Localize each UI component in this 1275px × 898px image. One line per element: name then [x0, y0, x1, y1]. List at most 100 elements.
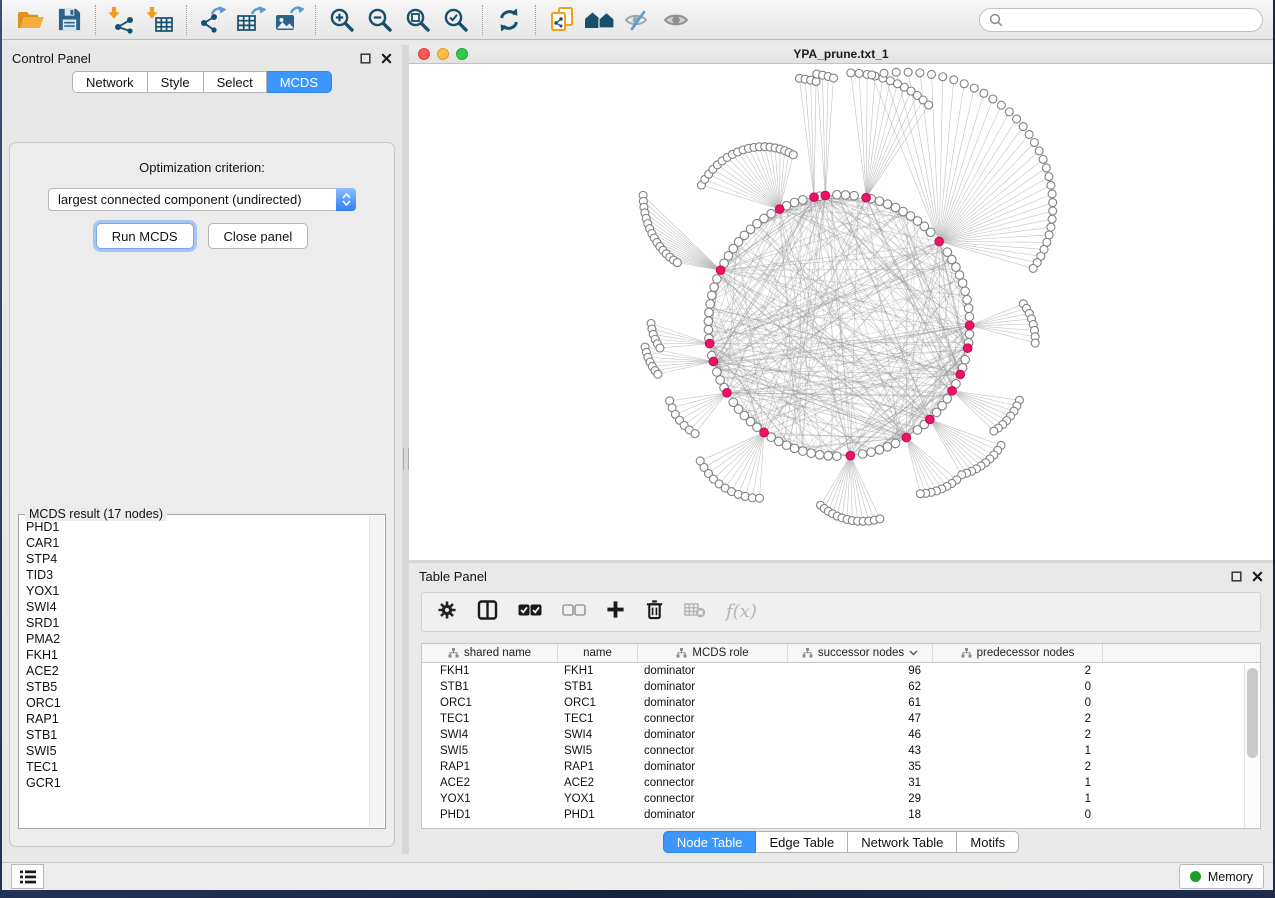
network-node[interactable] [704, 325, 713, 334]
network-node[interactable] [883, 200, 892, 209]
criterion-select[interactable]: largest connected component (undirected) [48, 188, 356, 211]
network-node[interactable] [867, 448, 876, 457]
export-network-button[interactable] [194, 4, 232, 36]
network-hub-node[interactable] [709, 357, 718, 366]
column-header-name[interactable]: name [558, 644, 638, 662]
zoom-selected-button[interactable] [437, 4, 475, 36]
add-column-button[interactable] [606, 600, 625, 624]
zoom-in-button[interactable] [323, 4, 361, 36]
network-hub-node[interactable] [956, 370, 965, 379]
tab-mcds[interactable]: MCDS [267, 71, 332, 93]
import-table-button[interactable] [141, 4, 179, 36]
mcds-result-item[interactable]: ORC1 [26, 695, 369, 711]
tab-select[interactable]: Select [204, 71, 267, 93]
network-node[interactable] [1025, 130, 1033, 138]
network-hub-node[interactable] [821, 191, 830, 200]
column-header-predecessor-nodes[interactable]: predecessor nodes [933, 644, 1103, 662]
close-panel-icon[interactable] [381, 53, 392, 64]
network-node[interactable] [1019, 123, 1027, 131]
network-node[interactable] [916, 69, 924, 77]
network-node[interactable] [798, 447, 807, 456]
network-node[interactable] [841, 191, 850, 200]
network-node[interactable] [807, 449, 816, 458]
table-row[interactable]: YOX1YOX1connector291 [422, 791, 1260, 807]
tab-style[interactable]: Style [148, 71, 204, 93]
network-node[interactable] [960, 80, 968, 88]
network-node[interactable] [1047, 181, 1055, 189]
network-node[interactable] [713, 368, 722, 377]
column-header-shared-name[interactable]: shared name [422, 644, 558, 662]
export-image-button[interactable] [270, 4, 308, 36]
table-scrollbar[interactable] [1244, 663, 1260, 828]
mcds-result-item[interactable]: PHD1 [26, 519, 369, 535]
table-row[interactable]: TEC1TEC1connector472 [422, 711, 1260, 727]
network-node[interactable] [927, 70, 935, 78]
network-node[interactable] [1042, 164, 1050, 172]
mcds-result-item[interactable]: YOX1 [26, 583, 369, 599]
mcds-result-item[interactable]: FKH1 [26, 647, 369, 663]
table-settings-button[interactable] [437, 600, 457, 625]
network-node[interactable] [891, 439, 900, 448]
network-node[interactable] [965, 330, 974, 339]
clone-network-button[interactable] [543, 4, 581, 36]
select-all-button[interactable] [518, 603, 542, 621]
network-node[interactable] [875, 445, 884, 454]
network-hub-node[interactable] [846, 451, 855, 460]
mcds-result-item[interactable]: ACE2 [26, 663, 369, 679]
mcds-result-item[interactable]: TEC1 [26, 759, 369, 775]
search-input[interactable] [1009, 11, 1253, 28]
table-row[interactable]: PHD1PHD1dominator180 [422, 807, 1260, 823]
mcds-result-item[interactable]: GCR1 [26, 775, 369, 791]
network-node[interactable] [1039, 155, 1047, 163]
tab-edge-table[interactable]: Edge Table [756, 831, 848, 853]
table-row[interactable]: SWI5SWI5connector431 [422, 743, 1260, 759]
mcds-result-item[interactable]: SRD1 [26, 615, 369, 631]
network-node[interactable] [790, 444, 799, 453]
network-node[interactable] [1030, 139, 1038, 147]
network-hub-node[interactable] [926, 415, 935, 424]
mcds-result-item[interactable]: SWI4 [26, 599, 369, 615]
network-node[interactable] [1049, 199, 1057, 207]
network-graph-svg[interactable] [409, 64, 1273, 560]
network-node[interactable] [955, 271, 964, 280]
network-node[interactable] [943, 395, 952, 404]
tab-motifs[interactable]: Motifs [957, 831, 1019, 853]
network-node[interactable] [789, 151, 797, 159]
network-node[interactable] [892, 68, 900, 76]
network-node[interactable] [883, 442, 892, 451]
network-hub-node[interactable] [965, 321, 974, 330]
hide-selected-button[interactable] [619, 4, 657, 36]
network-node[interactable] [815, 450, 824, 459]
mcds-result-item[interactable]: RAP1 [26, 711, 369, 727]
network-node[interactable] [925, 101, 933, 109]
zoom-out-button[interactable] [361, 4, 399, 36]
network-node[interactable] [1048, 215, 1056, 223]
network-node[interactable] [1047, 223, 1055, 231]
network-node[interactable] [706, 300, 715, 309]
open-file-button[interactable] [12, 4, 50, 36]
table-row[interactable]: STB1STB1dominator620 [422, 679, 1260, 695]
column-header-MCDS-role[interactable]: MCDS role [638, 644, 788, 662]
network-node[interactable] [812, 77, 820, 85]
table-row[interactable]: ORC1ORC1dominator610 [422, 695, 1260, 711]
network-node[interactable] [950, 76, 958, 84]
network-node[interactable] [1013, 115, 1021, 123]
network-node[interactable] [943, 248, 952, 257]
network-node[interactable] [705, 308, 714, 317]
export-table-button[interactable] [232, 4, 270, 36]
deselect-all-button[interactable] [562, 603, 586, 621]
network-node[interactable] [1035, 147, 1043, 155]
mcds-result-item[interactable]: PMA2 [26, 631, 369, 647]
refresh-layout-button[interactable] [490, 4, 528, 36]
network-node[interactable] [980, 89, 988, 97]
network-hub-node[interactable] [810, 193, 819, 202]
maximize-window-button[interactable] [456, 48, 468, 60]
network-node[interactable] [830, 74, 838, 82]
show-column-button[interactable] [477, 600, 498, 625]
network-node[interactable] [673, 259, 681, 267]
float-window-icon[interactable] [1231, 571, 1242, 582]
network-node[interactable] [1031, 339, 1039, 347]
show-all-button[interactable] [657, 4, 695, 36]
network-node[interactable] [1029, 264, 1037, 272]
network-node[interactable] [880, 69, 888, 77]
